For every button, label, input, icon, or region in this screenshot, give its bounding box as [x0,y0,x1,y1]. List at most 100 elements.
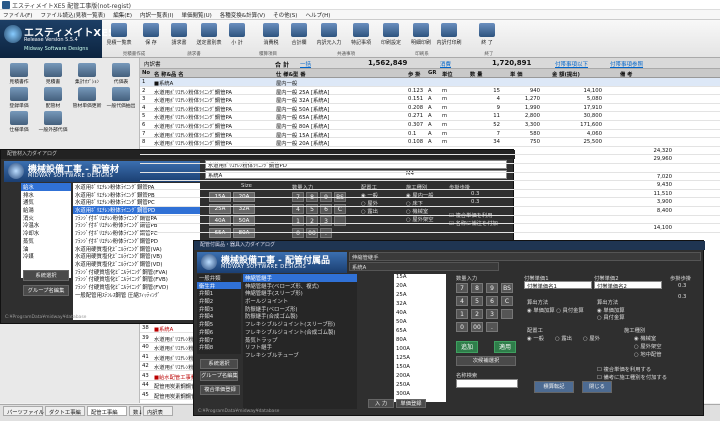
category-item[interactable]: 冷媒 [21,252,71,260]
dialog2-pipe-option[interactable]: ○ 地中配管 [634,350,662,358]
numpad-key[interactable]: 6 [486,296,498,306]
table-row[interactable]: 41 水道用ﾎﾞﾘｴﾁﾚﾝ粉体ﾗｲﾆﾝｸﾞ鋼管PD [140,352,193,362]
dialog2-check-2[interactable]: ☐ 備考に施工種別を付加する [597,373,667,381]
material-item[interactable]: ﾌﾗﾝｼﾞ付ﾎﾞﾘｴﾁﾚﾝ粉体ﾗｲﾆﾝｸﾞ鋼管PD [73,237,200,245]
left-panel-button-6[interactable]: 管材単価更新 [72,86,102,114]
category-item[interactable]: 蒸気 [21,237,71,245]
dialog2-group-button[interactable]: グループ名編集 [200,371,238,381]
calc-option-1[interactable]: ◉ 単価加算 ○ 員付金算 [527,306,584,314]
tab-register[interactable]: 単価登録 [396,399,426,408]
dialog2-category-list[interactable]: 一般弁類 衛生弁 弁類1 弁類2 弁類3 弁類4 弁類5 弁類6 弁類7 弁類8 [197,274,241,354]
category-item[interactable]: 油 [21,245,71,253]
fitting-item[interactable]: フレキシブルジョイント(合成ゴム製) [243,328,357,336]
numpad-key[interactable]: 7 [456,283,468,293]
category-item[interactable]: 排水 [21,191,71,199]
link-extra[interactable]: 付帯事項以下 [555,60,588,68]
ribbon-button-2[interactable]: 請求書 [166,23,192,53]
material-item[interactable]: 水道用硬質塩化ﾋﾞﾆﾙﾗｲﾆﾝｸﾞ鋼管(VB) [73,252,200,260]
category-item[interactable]: 弁類3 [197,305,241,313]
table-row[interactable]: 8,400 [140,207,720,216]
next-candidate-button[interactable]: 次候補選択 [456,356,516,366]
size-item[interactable]: 40A [394,310,446,319]
col-header-3[interactable]: 歩 掛 [408,70,420,78]
close-button[interactable]: 閉じる [582,381,612,393]
category-item[interactable]: 弁類5 [197,320,241,328]
table-row[interactable]: 3,900 [140,198,720,207]
dialog2-size-list[interactable]: 15A 20A 25A 32A 40A 50A 65A 80A 100A 125A 150A 200A… [394,274,446,402]
table-row[interactable]: 39 水道用ﾎﾞﾘｴﾁﾚﾝ粉体ﾗｲﾆﾝｸﾞ鋼管PD [140,333,193,343]
menu-item-3[interactable]: 内訳一覧表(I) [140,11,173,19]
size-item[interactable]: 15A [394,274,446,283]
numpad-key[interactable]: 00 [471,322,483,332]
size-item[interactable]: 250A [394,382,446,391]
table-row[interactable]: 5 水道用ﾎﾞﾘｴﾁﾚﾝ粉体ﾗｲﾆﾝｸﾞ鋼管PA 屋内一般 65A [系統A] 0.2… [140,112,720,121]
category-item[interactable]: 弁類2 [197,297,241,305]
dialog1-category-list[interactable]: 給水 排水 通気 給湯 消火 冷温水 冷却水 蒸気油冷媒 [21,183,71,278]
table-row[interactable]: 7 水道用ﾎﾞﾘｴﾁﾚﾝ粉体ﾗｲﾆﾝｸﾞ鋼管PA 屋内一般 15A [系統A] 0.1… [140,130,720,139]
menu-item-7[interactable]: ヘルプ(H) [305,11,330,19]
table-row[interactable]: 45 配管用炭素鋼鋼管 [140,390,193,400]
dialog2-pipe-option[interactable]: ○ 屋外架空 [634,342,662,350]
fitting-item[interactable]: フレキシブルジョイント(スリーブ形) [243,320,357,328]
size-item[interactable]: 150A [394,364,446,373]
ribbon-button-5[interactable]: 消費税 [258,23,284,53]
size-item[interactable]: 20A [394,283,446,292]
category-item[interactable]: 給水 [21,183,71,191]
tab-input[interactable]: 入 力 [368,399,394,408]
category-item[interactable]: 冷却水 [21,229,71,237]
size-item[interactable]: 65A [394,328,446,337]
bottom-tab-0[interactable]: パーツファイル [3,406,44,416]
col-header-7[interactable]: 単 価 [510,70,522,78]
material-item[interactable]: 水道用硬質塩化ﾋﾞﾆﾙﾗｲﾆﾝｸﾞ鋼管(VD) [73,260,200,268]
fitting-item[interactable]: フレキシブルチューブ [243,351,357,359]
material-item[interactable]: ﾌﾗﾝｼﾞ付硬質塩化ﾋﾞﾆﾙﾗｲﾆﾝｸﾞ鋼管(FVD) [73,283,200,291]
numpad-key[interactable] [501,309,513,319]
fitting-item[interactable]: 蒸気トラップ [243,336,357,344]
dialog2-place-option[interactable]: ◉ 一般 [527,334,544,342]
dialog2-item-list[interactable]: 伸縮管継手 伸縮管継手(ベローズ形、複式) 伸縮管継手(スリーブ形) ボールジョイント… [243,274,357,409]
ribbon-button-6[interactable]: 合計欄 [286,23,312,53]
col-header-5[interactable]: 単位 [442,70,453,78]
menu-item-6[interactable]: その他(S) [273,11,297,19]
menu-item-2[interactable]: 編集(E) [113,11,132,19]
table-row[interactable]: 42 水道用ﾎﾞﾘｴﾁﾚﾝ粉体ﾗｲﾆﾝｸﾞ鋼管PD [140,362,193,371]
left-panel-button-9[interactable]: 一般外部代価 [38,110,68,138]
table-row[interactable] [140,216,720,225]
dialog2-register-button[interactable]: 複合単価登録 [200,385,240,395]
total-link[interactable]: 一括 [300,60,311,68]
fitting-item[interactable]: 伸縮管継手(ベローズ形、複式) [243,282,357,290]
numpad-key[interactable]: 3 [486,309,498,319]
table-row[interactable]: 38 ■系統A [140,324,193,333]
table-row[interactable]: 40 水道用ﾎﾞﾘｴﾁﾚﾝ粉体ﾗｲﾆﾝｸﾞ鋼管PD [140,343,193,352]
size-item[interactable]: 25A [394,292,446,301]
category-item[interactable]: 冷温水 [21,221,71,229]
numpad-key[interactable]: . [486,322,498,332]
add-button[interactable]: 追加 [456,341,478,353]
bottom-tab-1[interactable]: ダクト工事編 [45,406,85,416]
size-item[interactable]: 125A [394,355,446,364]
ribbon-button-0[interactable]: 見積一覧表 [106,23,132,53]
ribbon-button-3[interactable]: 送定書別表 [196,23,222,53]
col-header-2[interactable]: 仕 様&型 番 [276,70,306,78]
menu-item-4[interactable]: 単価閲覧(U) [181,11,211,19]
ribbon-button-1[interactable]: 保 存 [138,23,164,53]
dialog2-place-option[interactable]: ○ 屋外 [583,334,600,342]
link-ref[interactable]: 付帯事項参照 [610,60,643,68]
numpad-key[interactable]: 8 [471,283,483,293]
category-item[interactable]: 弁類8 [197,343,241,351]
search-input[interactable] [456,379,518,388]
fitting-item[interactable]: 伸縮管継手 [243,274,357,282]
table-row[interactable]: 9,430 [140,181,720,190]
col-header-8[interactable]: 金 額(提出) [552,70,580,78]
left-panel-button-8[interactable]: 仕様単価 [4,110,34,138]
numpad-key[interactable]: 9 [486,283,498,293]
col-header-4[interactable]: GR [428,70,436,76]
col-header-6[interactable]: 数 量 [470,70,482,78]
fitting-item[interactable]: 防振継手(合成ゴム製) [243,312,357,320]
size-item[interactable]: 200A [394,373,446,382]
calc-transfer-button[interactable]: 積算転記 [534,381,574,393]
category-item[interactable]: 弁類1 [197,289,241,297]
ribbon-button-11[interactable]: 内訳付印刷 [436,23,462,53]
numpad-key[interactable]: BS [501,283,513,293]
category-item[interactable]: 給湯 [21,206,71,214]
